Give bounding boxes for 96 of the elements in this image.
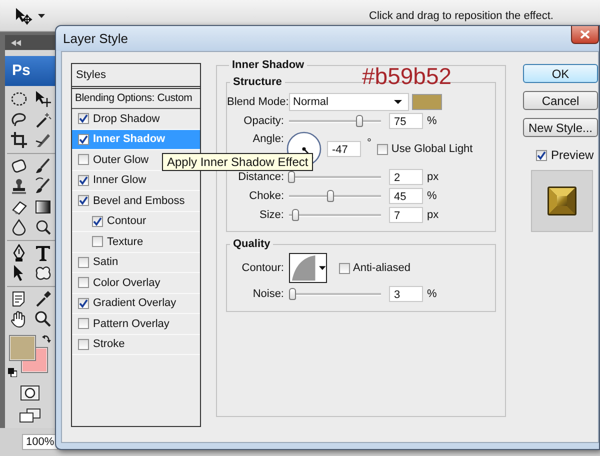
field-label: Choke: — [248, 190, 284, 202]
style-preview-drawing — [547, 186, 577, 216]
dialog-button[interactable]: New Style... — [523, 118, 598, 137]
close-icon[interactable] — [580, 30, 590, 39]
hand-icon[interactable] — [10, 310, 28, 328]
blend-mode-dropdown[interactable]: Normal — [289, 93, 409, 111]
gradient-icon[interactable] — [34, 198, 52, 216]
field-label: Contour: — [240, 262, 284, 274]
field-label: Angle: — [252, 133, 284, 145]
checkbox[interactable] — [78, 195, 89, 206]
app-logo: Ps — [5, 56, 55, 86]
checkbox[interactable] — [78, 318, 89, 330]
slider-thumb[interactable] — [288, 171, 295, 183]
default-colors-icon[interactable] — [8, 368, 17, 376]
magic-wand-icon[interactable] — [34, 110, 52, 129]
slider-thumb[interactable] — [292, 209, 300, 221]
checkbox[interactable] — [377, 144, 388, 154]
list-item[interactable]: Texture — [72, 232, 200, 252]
close-button[interactable] — [571, 26, 599, 44]
unit-label: ° — [367, 137, 372, 149]
checkbox[interactable] — [92, 216, 103, 227]
move-tool-icon[interactable] — [14, 6, 34, 24]
value-field[interactable]: 7 — [389, 207, 423, 223]
unit-label: % — [427, 115, 437, 127]
zoom-field[interactable]: 100% — [22, 434, 58, 450]
checkbox[interactable] — [78, 338, 89, 350]
checkbox[interactable] — [78, 298, 89, 309]
slider-thumb[interactable] — [356, 115, 363, 127]
dialog-button[interactable]: OK — [523, 64, 598, 83]
list-item[interactable]: Color Overlay — [72, 273, 200, 294]
drop-icon[interactable] — [10, 218, 28, 236]
slider-thumb[interactable] — [327, 190, 334, 202]
field-label: Opacity: — [242, 115, 284, 127]
crop-icon[interactable] — [10, 131, 28, 150]
group-title: Quality — [232, 238, 272, 250]
value-field[interactable]: 75 — [389, 113, 423, 129]
screen-mode-icon[interactable] — [19, 408, 41, 424]
value-field[interactable]: 2 — [389, 169, 423, 185]
zoom-icon[interactable] — [34, 310, 52, 328]
dialog-title: Layer Style — [63, 31, 128, 46]
type-tool-icon[interactable] — [34, 244, 52, 262]
list-header[interactable]: Styles — [72, 64, 200, 89]
field-label: Distance: — [237, 171, 284, 183]
checkbox[interactable] — [78, 277, 89, 288]
caret-icon[interactable] — [319, 266, 326, 270]
tooltip: Apply Inner Shadow Effect — [162, 153, 314, 171]
dialog-button[interactable]: Cancel — [523, 91, 598, 110]
eyedropper-icon[interactable] — [34, 290, 52, 308]
list-item[interactable]: Stroke — [72, 334, 200, 355]
field-label: Noise: — [252, 288, 284, 300]
checkbox[interactable] — [78, 174, 89, 186]
value-field[interactable]: 45 — [389, 188, 423, 204]
unit-label: % — [427, 288, 437, 300]
color-annotation: #b59b52 — [362, 63, 452, 90]
checkbox[interactable] — [92, 236, 103, 248]
shadow-color-swatch[interactable] — [412, 94, 442, 110]
checkbox-label[interactable]: Anti-aliased — [353, 262, 410, 274]
swap-colors-icon[interactable] — [42, 334, 51, 342]
lasso-icon[interactable] — [10, 110, 28, 129]
unit-label: px — [427, 171, 439, 183]
stamp-icon[interactable] — [10, 177, 28, 196]
dropdown-value: Normal — [293, 96, 328, 108]
value-field[interactable]: -47 — [327, 141, 361, 157]
list-item[interactable]: Bevel and Emboss — [72, 191, 200, 212]
unit-label: % — [427, 190, 437, 202]
caret-icon[interactable] — [38, 14, 45, 18]
contour-picker[interactable] — [289, 253, 327, 283]
collapse-icon[interactable] — [11, 40, 21, 46]
quick-mask-icon[interactable] — [20, 385, 40, 401]
checkbox[interactable] — [536, 150, 547, 160]
brush-icon[interactable] — [34, 156, 52, 175]
field-label: Size: — [258, 209, 284, 221]
shape-icon[interactable] — [34, 264, 52, 282]
checkbox[interactable] — [78, 134, 89, 145]
checkbox-label[interactable]: Preview — [551, 148, 594, 162]
checkbox[interactable] — [339, 262, 350, 274]
move-tool-icon[interactable] — [34, 90, 52, 108]
ellipse-marquee-icon[interactable] — [10, 90, 28, 108]
list-item[interactable]: Contour — [72, 212, 200, 232]
panel-title: Inner Shadow — [231, 59, 306, 71]
value-field[interactable]: 3 — [389, 286, 423, 302]
hint-text: Click and drag to reposition the effect. — [369, 10, 554, 22]
group-title: Structure — [232, 76, 283, 88]
list-item[interactable]: Satin — [72, 252, 200, 273]
checkbox-label[interactable]: Use Global Light — [391, 143, 473, 155]
caret-icon[interactable] — [394, 100, 402, 104]
checkbox[interactable] — [78, 154, 89, 166]
list-item[interactable]: Blending Options: Custom — [72, 89, 200, 109]
slider-thumb[interactable] — [288, 288, 296, 300]
list-item[interactable]: Pattern Overlay — [72, 314, 200, 334]
checkbox[interactable] — [78, 256, 89, 268]
unit-label: px — [427, 209, 439, 221]
list-item[interactable]: Gradient Overlay — [72, 294, 200, 314]
contour-curve-icon — [291, 254, 316, 282]
checkbox[interactable] — [78, 113, 89, 124]
history-brush-icon[interactable] — [34, 177, 52, 196]
